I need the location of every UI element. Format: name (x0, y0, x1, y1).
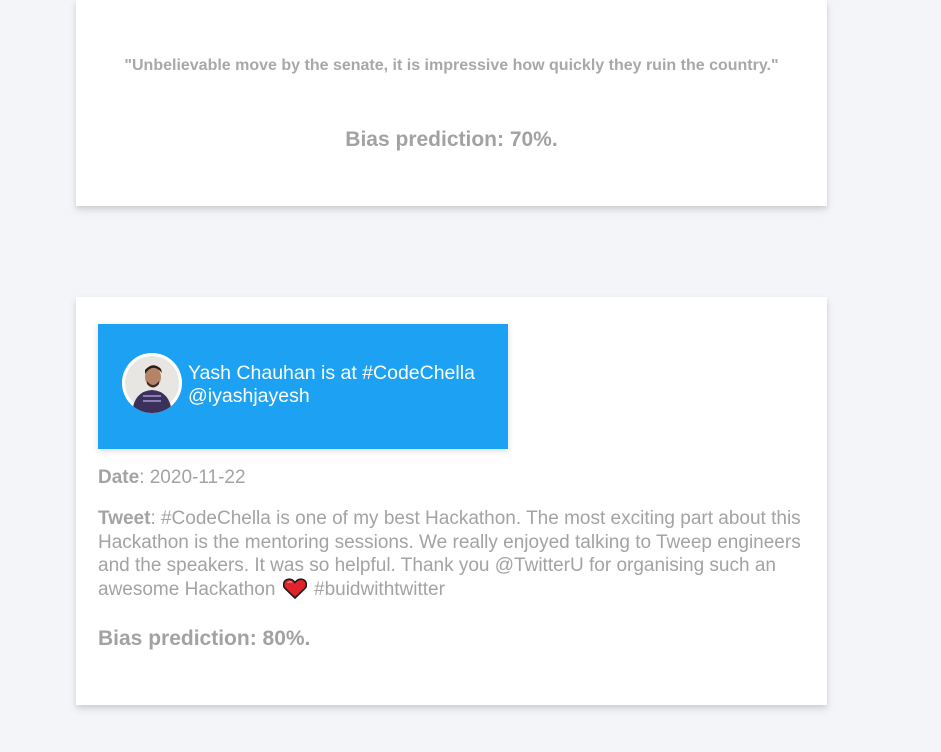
user-handle: @iyashjayesh (188, 385, 310, 407)
tweet-body: Tweet: #CodeChella is one of my best Hac… (98, 507, 813, 605)
bias-prediction: Bias prediction: 70%. (345, 128, 558, 151)
tweet-date: Date: 2020-11-22 (98, 467, 246, 489)
bias-prediction: Bias prediction: 80%. (98, 627, 311, 650)
avatar (122, 353, 182, 413)
date-label: Date (98, 467, 140, 488)
date-value: : 2020-11-22 (139, 467, 246, 488)
user-status: Yash Chauhan is at #CodeChella (188, 362, 475, 384)
user-info: Yash Chauhan is at #CodeChella @iyashjay… (188, 362, 475, 408)
red-heart-icon (282, 577, 307, 606)
twitter-user-card: Yash Chauhan is at #CodeChella @iyashjay… (98, 324, 508, 449)
prediction-card-2: Yash Chauhan is at #CodeChella @iyashjay… (76, 297, 827, 705)
quote-text: "Unbelievable move by the senate, it is … (124, 57, 779, 74)
prediction-card-1: "Unbelievable move by the senate, it is … (76, 0, 827, 206)
tweet-hashtag: #buidwithtwitter (308, 578, 445, 600)
tweet-label: Tweet (98, 508, 151, 529)
tweet-text: : #CodeChella is one of my best Hackatho… (98, 508, 801, 600)
